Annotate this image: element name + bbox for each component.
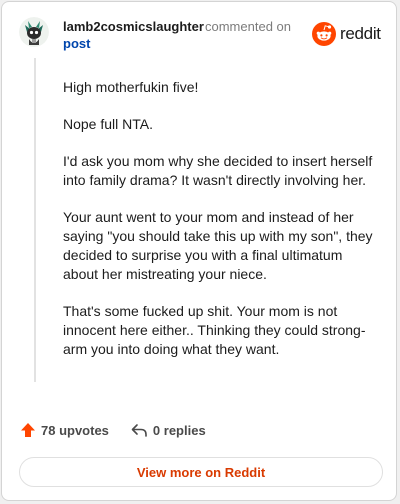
user-avatar[interactable]: [19, 17, 49, 47]
comment-paragraph: I'd ask you mom why she decided to inser…: [63, 153, 373, 188]
avatar-snoo-icon: [19, 17, 49, 47]
comment-paragraph: High motherfukin five!: [63, 79, 199, 95]
reply-button[interactable]: 0 replies: [131, 422, 206, 438]
reddit-logo[interactable]: reddit: [312, 22, 381, 46]
upvote-arrow-icon: [21, 423, 35, 437]
comment-body: High motherfukin five! Nope full NTA. I'…: [63, 78, 381, 377]
comment-paragraph: That's some fucked up shit. Your mom is …: [63, 303, 366, 357]
reply-count: 0 replies: [152, 422, 206, 438]
upvote-count: 78 upvotes: [41, 422, 109, 438]
reddit-snoo-icon: [312, 22, 336, 46]
commented-on-text: commented on: [205, 19, 291, 34]
thread-line: [34, 58, 36, 382]
upvote-button[interactable]: 78 upvotes: [20, 422, 109, 438]
comment-actions: 78 upvotes 0 replies: [20, 422, 228, 438]
reddit-comment-embed: lamb2cosmicslaughter commented on post r…: [1, 1, 397, 501]
reddit-wordmark: reddit: [340, 24, 381, 43]
reply-arrow-icon: [131, 424, 147, 437]
view-more-button[interactable]: View more on Reddit: [19, 457, 383, 487]
comment-author[interactable]: lamb2cosmicslaughter: [63, 19, 204, 34]
post-link[interactable]: post: [63, 36, 90, 51]
comment-paragraph: Your aunt went to your mom and instead o…: [63, 209, 373, 282]
comment-paragraph: Nope full NTA.: [63, 116, 153, 132]
